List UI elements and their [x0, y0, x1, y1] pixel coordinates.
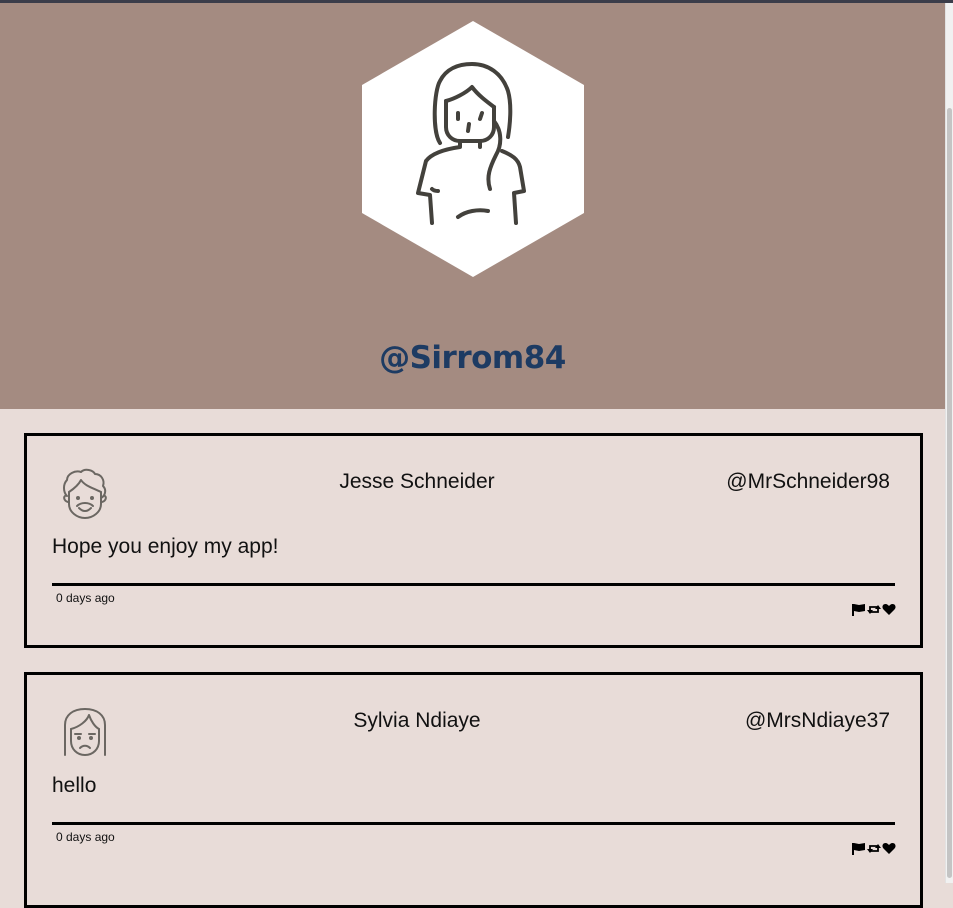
profile-handle: @Sirrom84 [379, 340, 566, 376]
sad-woman-avatar-icon [64, 708, 106, 756]
curly-hair-man-avatar-icon [63, 468, 107, 519]
heart-icon[interactable] [882, 842, 896, 855]
post-actions [852, 842, 896, 855]
post-author-name[interactable]: Jesse Schneider [237, 470, 597, 494]
flag-icon[interactable] [852, 603, 866, 616]
profile-header: @Sirrom84 [0, 3, 945, 409]
retweet-icon[interactable] [867, 842, 881, 855]
flag-icon[interactable] [852, 842, 866, 855]
post-actions [852, 603, 896, 616]
post-text: Hope you enjoy my app! [52, 535, 279, 558]
post-timestamp: 0 days ago [56, 591, 115, 605]
post-divider [52, 822, 895, 825]
heart-icon[interactable] [882, 603, 896, 616]
post-text: hello [52, 774, 97, 797]
profile-avatar[interactable] [362, 21, 584, 277]
post-card: Sylvia Ndiaye @MrsNdiaye37 hello 0 days … [24, 672, 923, 908]
post-divider [52, 583, 895, 586]
post-card: Jesse Schneider @MrSchneider98 Hope you … [24, 433, 923, 648]
scrollbar-thumb[interactable] [947, 108, 952, 878]
post-author-handle[interactable]: @MrSchneider98 [726, 470, 890, 494]
post-author-name[interactable]: Sylvia Ndiaye [237, 709, 597, 733]
post-author-handle[interactable]: @MrsNdiaye37 [745, 709, 890, 733]
post-timestamp: 0 days ago [56, 830, 115, 844]
retweet-icon[interactable] [867, 603, 881, 616]
